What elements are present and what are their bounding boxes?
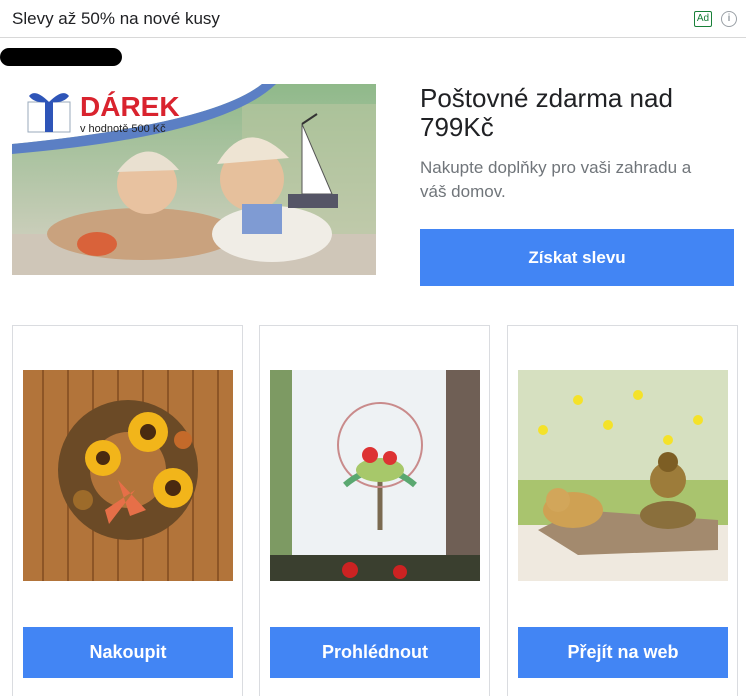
get-discount-button[interactable]: Získat slevu: [420, 229, 734, 286]
sunflower-wreath-image[interactable]: [23, 370, 233, 581]
hero-banner-image[interactable]: DÁREK v hodnotě 500 Kč: [12, 84, 376, 275]
go-to-website-button[interactable]: Přejít na web: [518, 627, 728, 678]
svg-text:v hodnotě 500 Kč: v hodnotě 500 Kč: [80, 123, 166, 135]
shop-button[interactable]: Nakoupit: [23, 627, 233, 678]
ad-badge: Ad: [694, 11, 712, 27]
product-card-wreath: Nakoupit: [12, 325, 243, 696]
product-card-sticker: Prohlédnout: [259, 325, 490, 696]
product-card-buddha: Přejít na web: [507, 325, 738, 696]
info-icon[interactable]: i: [721, 11, 737, 27]
svg-text:DÁREK: DÁREK: [80, 91, 180, 122]
banner-brand-text: DÁREK v hodnotě 500 Kč: [80, 91, 180, 135]
window-sticker-image[interactable]: [270, 370, 480, 581]
view-button[interactable]: Prohlédnout: [270, 627, 480, 678]
ad-headline[interactable]: Slevy až 50% na nové kusy: [12, 9, 220, 29]
redacted-advertiser: [0, 48, 122, 66]
hero-description: Nakupte doplňky pro vaši zahradu a váš d…: [420, 158, 692, 201]
hero-title[interactable]: Poštovné zdarma nad 799Kč: [420, 84, 720, 142]
ad-header-bar: Slevy až 50% na nové kusy Ad i: [0, 0, 746, 38]
buddha-tiger-image[interactable]: [518, 370, 728, 581]
